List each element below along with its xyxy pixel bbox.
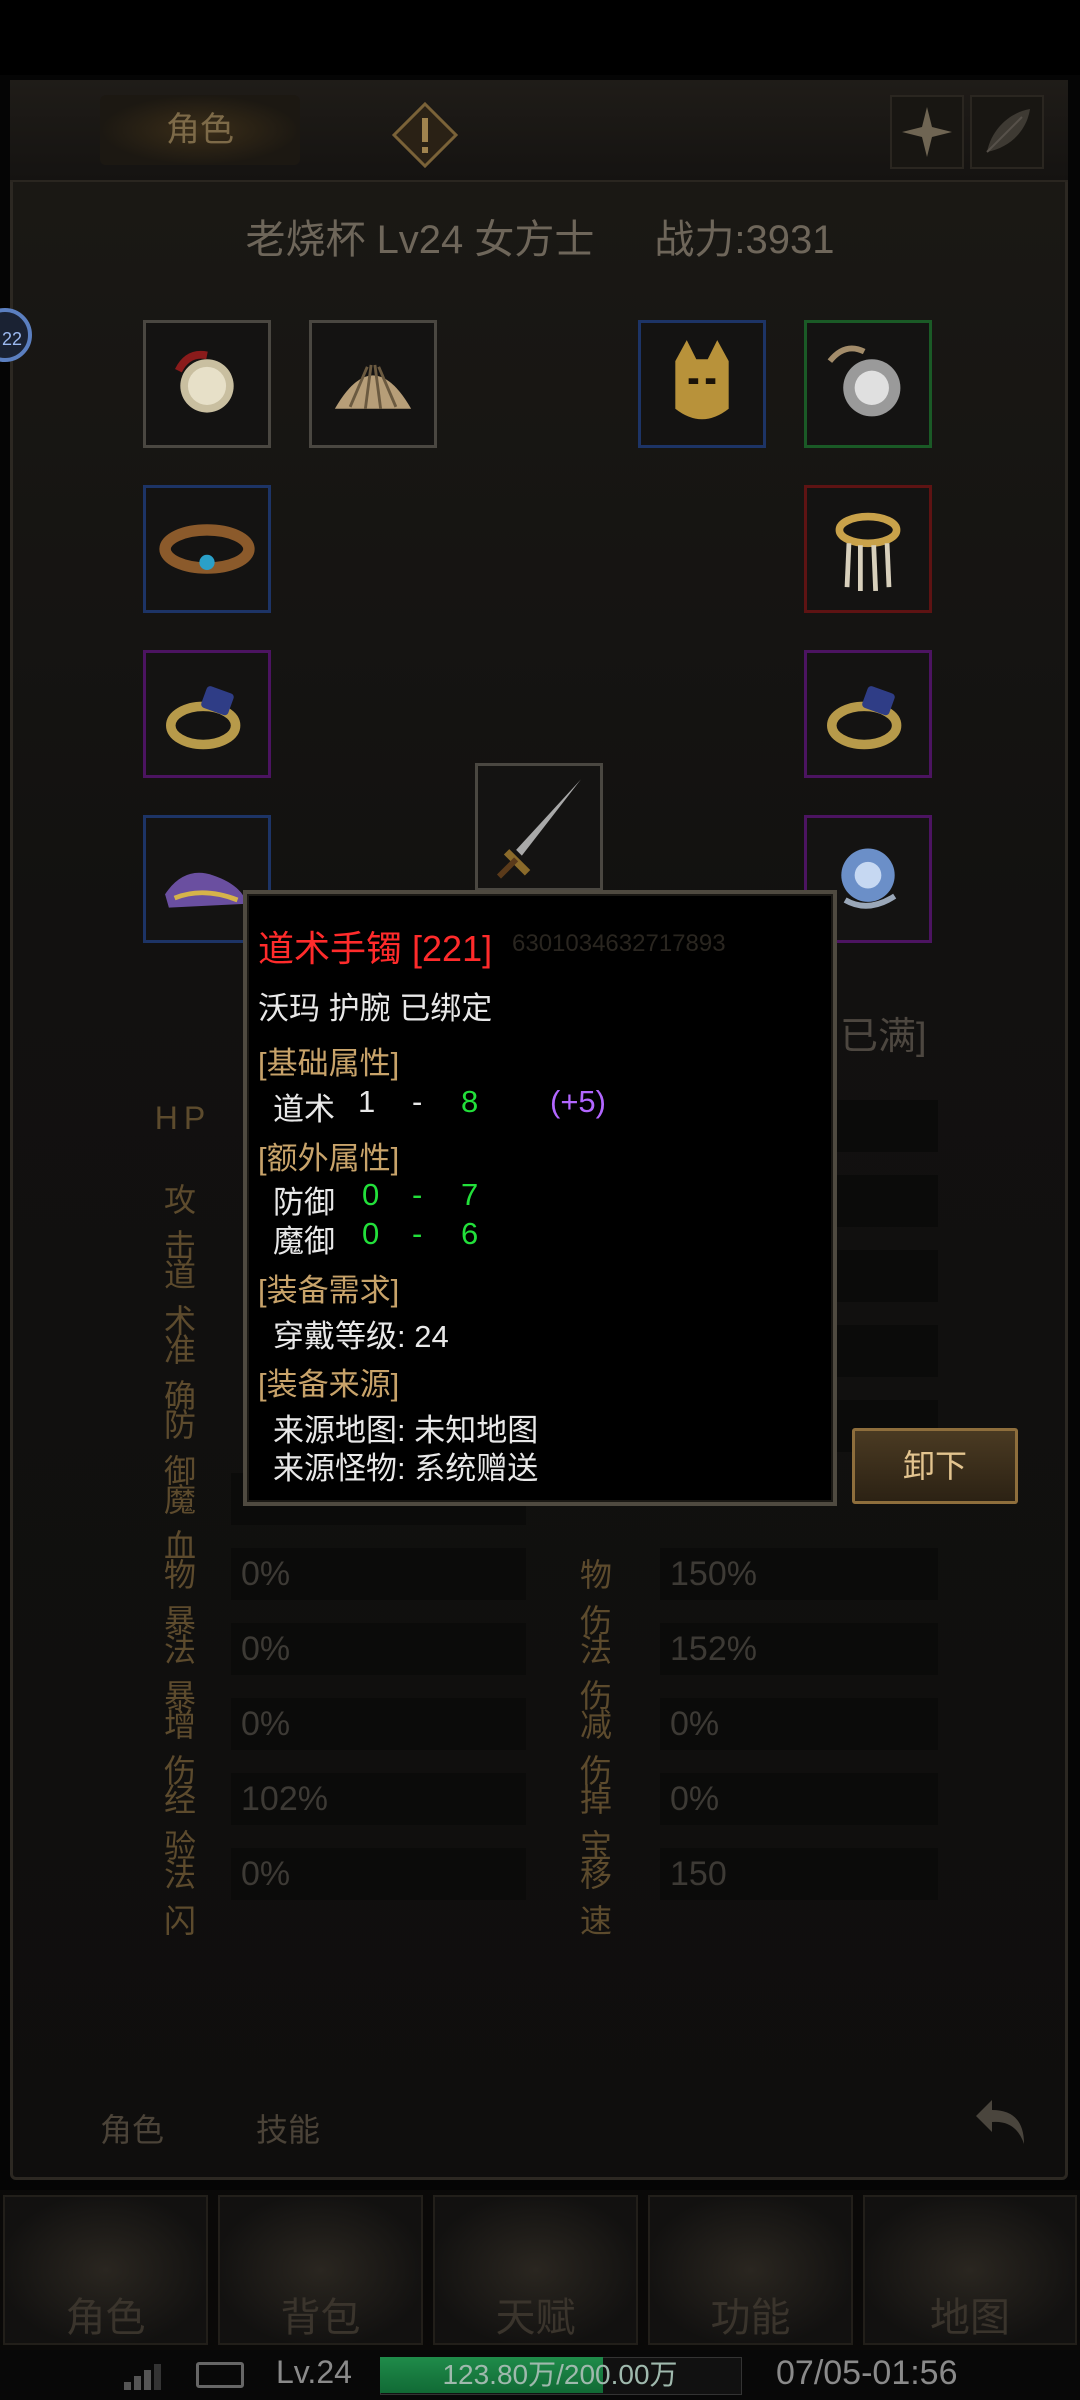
source-monster: 来源怪物: 系统赠送 — [273, 1451, 539, 1486]
datetime: 07/05-01:56 — [776, 2354, 958, 2392]
stat-label-magic-dodge: 法闪 — [163, 1857, 202, 1939]
stat-value-phys-crit: 0% — [231, 1548, 526, 1600]
feather-icon[interactable] — [970, 95, 1044, 169]
combat-power: 战力:3931 — [654, 218, 835, 262]
slot-ring-left[interactable] — [143, 650, 271, 778]
ring-icon — [827, 686, 902, 750]
slot-bracelet-right[interactable] — [804, 485, 932, 613]
stat-label-move-speed: 移速 — [579, 1857, 618, 1939]
extra-attr-dash: - — [412, 1216, 423, 1251]
section-base-attributes: [基础属性] — [258, 1046, 400, 1081]
extra-attr-max: 7 — [461, 1177, 479, 1212]
back-arrow-icon[interactable] — [970, 2090, 1034, 2154]
extra-attr-max: 6 — [461, 1216, 479, 1251]
extra-attr-min: 0 — [362, 1216, 380, 1251]
subtab-role[interactable]: 角色 — [100, 2105, 164, 2151]
stat-value-magic-crit: 0% — [231, 1623, 526, 1675]
exp-text: 123.80万/200.00万 — [442, 2359, 678, 2390]
battery-icon — [196, 2362, 244, 2388]
item-subtitle: 沃玛 护腕 已绑定 — [258, 991, 493, 1026]
top-strip — [0, 0, 1080, 75]
slot-bracelet-left[interactable] — [143, 485, 271, 613]
helmet-icon — [675, 340, 729, 420]
item-serial: 6301034632717893 — [512, 930, 726, 957]
nav-talent[interactable]: 天赋 — [433, 2195, 638, 2345]
stat-value-damage-reduction: 0% — [660, 1698, 938, 1750]
requirement-level: 穿戴等级: 24 — [273, 1319, 449, 1354]
extra-attr-min: 0 — [362, 1177, 380, 1212]
section-requirements: [装备需求] — [258, 1273, 400, 1308]
slot-necklace[interactable] — [143, 320, 271, 448]
section-source: [装备来源] — [258, 1367, 400, 1402]
unequip-button[interactable]: 卸下 — [852, 1428, 1018, 1504]
background-fragment: 已满] — [840, 1016, 927, 1058]
slot-helmet[interactable] — [638, 320, 766, 448]
stat-value-exp: 102% — [231, 1773, 526, 1825]
section-extra-attributes: [额外属性] — [258, 1141, 400, 1176]
item-name-text: 道术手镯 — [258, 928, 403, 969]
slot-ring-right[interactable] — [804, 650, 932, 778]
ring-icon — [166, 686, 241, 750]
signal-icon — [122, 2360, 170, 2390]
slot-cape[interactable] — [309, 320, 437, 448]
slot-amulet[interactable] — [804, 320, 932, 448]
tasseled-bracelet-icon — [835, 512, 901, 592]
base-attr-bonus: (+5) — [550, 1084, 606, 1119]
warning-icon[interactable] — [390, 100, 460, 170]
sword-icon — [496, 779, 581, 879]
nav-bag[interactable]: 背包 — [218, 2195, 423, 2345]
subtab-skill[interactable]: 技能 — [256, 2105, 320, 2151]
character-heading: 老烧杯 Lv24 女方士 战力:3931 — [150, 210, 930, 270]
stat-label-hp: HP — [154, 1100, 212, 1136]
bracelet-icon — [159, 524, 255, 574]
nav-role[interactable]: 角色 — [3, 2195, 208, 2345]
stat-value-magic-dodge: 0% — [231, 1848, 526, 1900]
player-level: Lv.24 — [276, 2354, 352, 2390]
stat-value-move-speed: 150 — [660, 1848, 938, 1900]
star-icon[interactable] — [890, 95, 964, 169]
item-name: 道术手镯 [221] — [258, 920, 492, 972]
base-attr-dash: - — [412, 1084, 423, 1119]
stat-value-damage-boost: 0% — [231, 1698, 526, 1750]
base-attr-max: 8 — [461, 1084, 479, 1119]
base-attr-min: 1 — [358, 1084, 376, 1119]
nav-function[interactable]: 功能 — [648, 2195, 853, 2345]
amulet-icon — [827, 345, 901, 417]
stat-value-phys-damage: 150% — [660, 1548, 938, 1600]
necklace-icon — [174, 350, 234, 413]
slot-weapon[interactable] — [475, 763, 603, 891]
character-name-level-class: 老烧杯 Lv24 女方士 — [245, 218, 595, 262]
extra-attr-name: 魔御 — [273, 1224, 335, 1259]
stat-value-magic-damage: 152% — [660, 1623, 938, 1675]
nav-map[interactable]: 地图 — [863, 2195, 1077, 2345]
stat-value-drop-rate: 0% — [660, 1773, 938, 1825]
base-attr-name: 道术 — [273, 1092, 335, 1127]
cape-icon — [334, 364, 412, 409]
tab-role[interactable]: 角色 — [100, 95, 300, 165]
extra-attr-dash: - — [412, 1177, 423, 1212]
item-level: [221] — [412, 928, 493, 969]
